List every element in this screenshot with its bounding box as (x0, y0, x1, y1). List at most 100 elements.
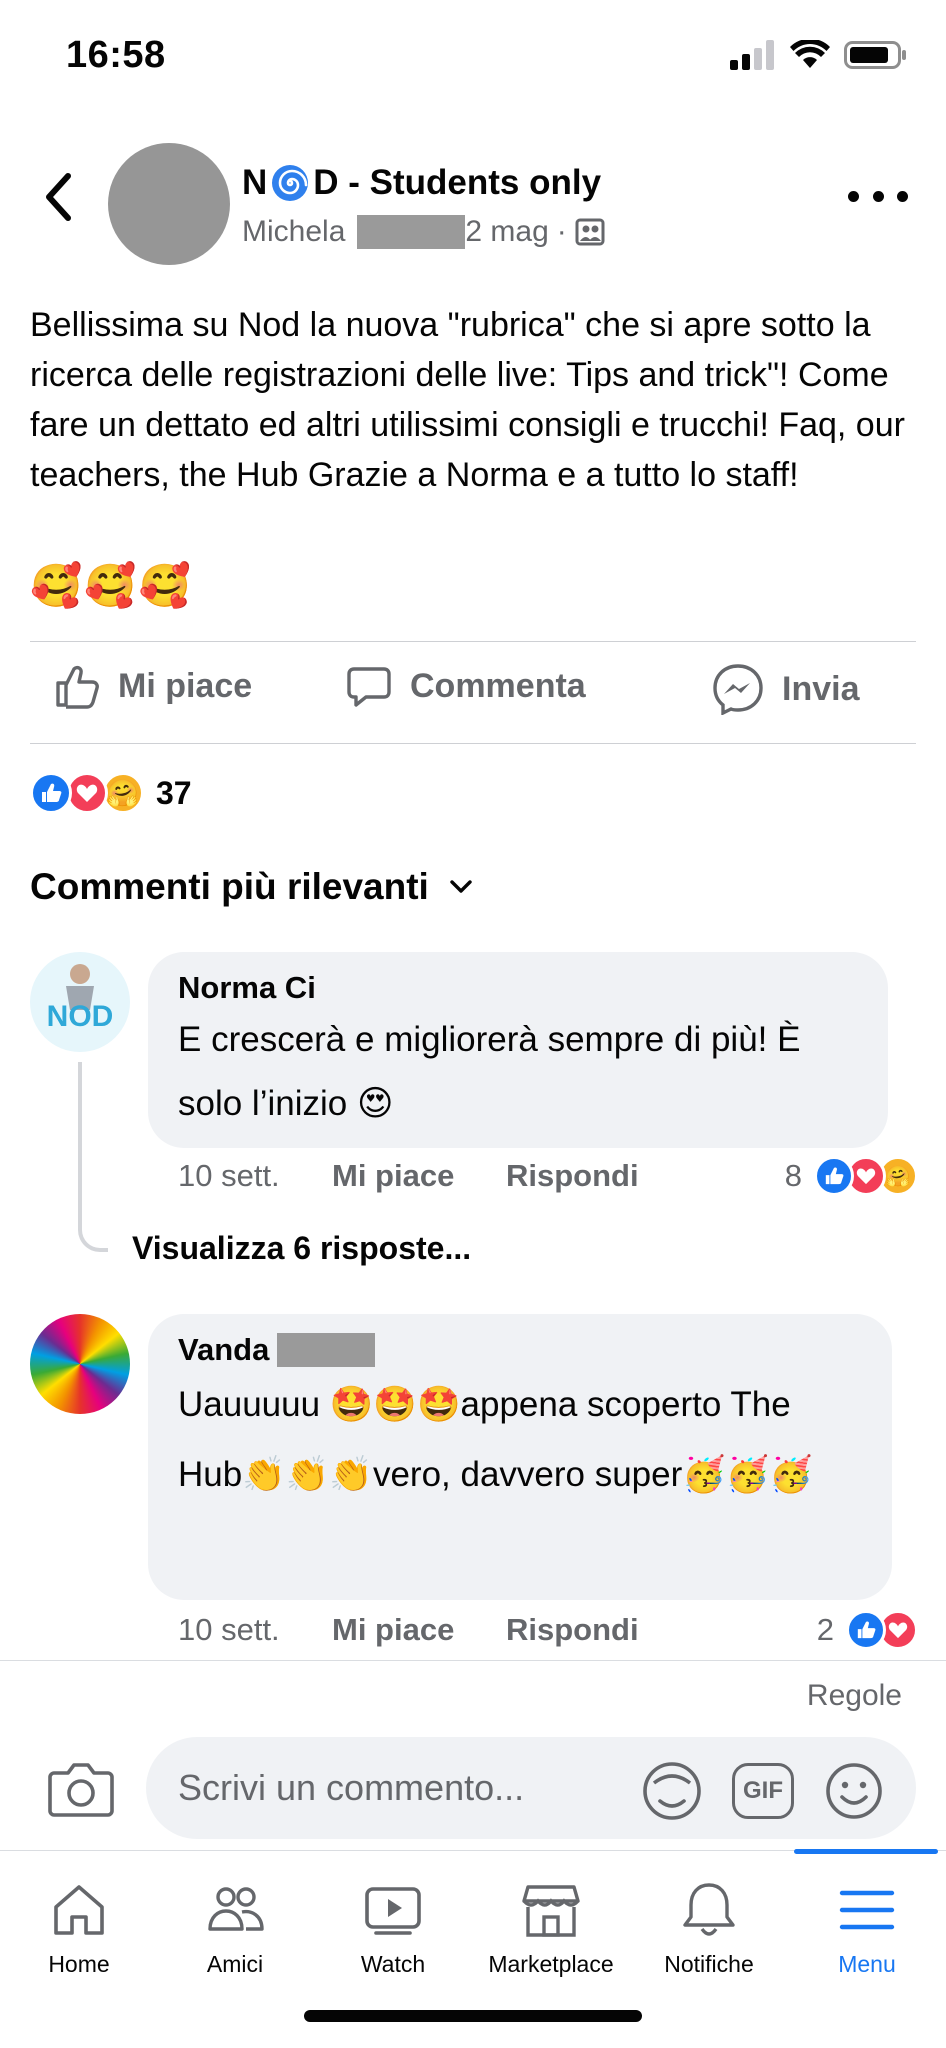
post-author[interactable]: Michela (242, 215, 345, 249)
comment-like-button[interactable]: Mi piace (332, 1158, 506, 1194)
group-avatar[interactable] (108, 143, 230, 265)
comment-reactions[interactable]: 2 (817, 1610, 918, 1650)
post-text: Bellissima su Nod la nuova "rubrica" che… (30, 306, 905, 494)
tab-label: Watch (360, 1951, 426, 1977)
tab-home[interactable]: Home (0, 1879, 158, 1978)
back-arrow-icon (46, 173, 71, 221)
comments-filter[interactable]: Commenti più rilevanti (30, 866, 473, 908)
comment-reaction-count: 8 (784, 1158, 802, 1193)
comment-reply-button[interactable]: Rispondi (506, 1612, 639, 1648)
post-date[interactable]: 2 mag (465, 215, 548, 249)
care-reaction-icon: 🤗 (102, 772, 144, 814)
comment-button[interactable]: Commenta (346, 663, 586, 709)
comment-text: E crescerà e migliorerà sempre di più! È… (178, 1020, 801, 1123)
comment-icon (347, 667, 391, 707)
like-reaction-icon (30, 772, 72, 814)
comments-filter-label: Commenti più rilevanti (30, 866, 429, 907)
reactions-count: 37 (156, 774, 192, 811)
comment-text: Uauuuuu 🤩🤩🤩appena scoperto The Hub👏👏👏ver… (178, 1385, 814, 1494)
bell-icon (683, 1883, 735, 1936)
home-indicator[interactable] (304, 2010, 642, 2022)
comment-composer: Regole GIF (0, 1660, 946, 1850)
comment-time[interactable]: 10 sett. (178, 1158, 332, 1194)
more-dot-icon (897, 190, 908, 202)
comment-meta: 10 sett. Mi piace Rispondi 8 🤗 (178, 1156, 918, 1196)
watch-icon (365, 1887, 421, 1935)
group-name[interactable]: N D - Students only (242, 163, 601, 203)
comment-author[interactable]: Norma Ci (178, 970, 858, 1006)
send-button[interactable]: Invia (712, 663, 859, 715)
back-button[interactable] (38, 167, 78, 227)
emoji-icon[interactable] (824, 1761, 884, 1821)
status-icons (730, 40, 908, 70)
comment-bubble[interactable]: Norma Ci E crescerà e migliorerà sempre … (148, 952, 888, 1148)
avatar-sticker-icon[interactable] (640, 1761, 704, 1821)
comment-author: Vanda (178, 1332, 270, 1367)
avatar[interactable]: NOD (30, 952, 130, 1052)
redacted-name (357, 215, 466, 249)
group-name-prefix: N (242, 163, 268, 202)
comment-time[interactable]: 10 sett. (178, 1612, 332, 1648)
spiral-logo-icon (272, 165, 309, 201)
more-dot-icon (848, 190, 859, 202)
comment-reply-button[interactable]: Rispondi (506, 1158, 639, 1194)
tab-label: Home (48, 1951, 110, 1977)
tab-label: Menu (838, 1951, 896, 1977)
post-emojis: 🥰🥰🥰 (30, 562, 193, 609)
comment-bubble[interactable]: Vanda Uauuuuu 🤩🤩🤩appena scoperto The Hub… (148, 1314, 892, 1600)
send-label: Invia (782, 669, 860, 708)
home-icon (54, 1885, 104, 1935)
tab-marketplace[interactable]: Marketplace (472, 1879, 630, 1978)
comment-author-row[interactable]: Vanda (178, 1332, 862, 1368)
tab-notifications[interactable]: Notifiche (630, 1879, 788, 1978)
status-time: 16:58 (66, 34, 166, 76)
wifi-icon (790, 40, 830, 68)
tab-friends[interactable]: Amici (156, 1879, 314, 1978)
like-reaction-icon (814, 1156, 854, 1196)
meta-separator: · (556, 215, 567, 248)
svg-text:NOD: NOD (47, 1000, 114, 1033)
like-button[interactable]: Mi piace (54, 663, 252, 709)
marketplace-icon (522, 1885, 580, 1937)
avatar[interactable] (30, 1314, 130, 1414)
view-replies-link[interactable]: Visualizza 6 risposte... (132, 1230, 471, 1267)
comment-reactions[interactable]: 8 🤗 (785, 1156, 918, 1196)
like-reaction-icon (846, 1610, 886, 1650)
more-dot-icon (872, 190, 884, 202)
post-header: N D - Students only Michela 2 mag · (0, 135, 946, 275)
reactions-summary[interactable]: 🤗 37 (30, 772, 192, 814)
battery-icon (844, 41, 906, 69)
love-reaction-icon (66, 772, 108, 814)
more-options-button[interactable] (848, 181, 908, 211)
comment-input[interactable] (146, 1737, 916, 1839)
post-meta: Michela 2 mag · (242, 215, 605, 249)
redacted-name (277, 1333, 376, 1367)
tab-watch[interactable]: Watch (314, 1879, 472, 1978)
group-name-suffix: D - Students only (313, 163, 602, 202)
nod-logo-icon: NOD (47, 964, 114, 1033)
thumbs-up-icon (56, 665, 99, 709)
active-tab-indicator (794, 1849, 938, 1854)
chevron-down-icon (450, 880, 472, 893)
cellular-signal-icon (730, 40, 774, 70)
gif-button[interactable]: GIF (732, 1763, 794, 1819)
group-members-icon (575, 218, 605, 246)
comment-like-button[interactable]: Mi piace (332, 1612, 506, 1648)
tab-label: Marketplace (488, 1951, 614, 1977)
divider (30, 641, 916, 642)
comment-reaction-count: 2 (816, 1612, 834, 1647)
tab-label: Notifiche (664, 1951, 754, 1977)
messenger-icon (713, 664, 763, 715)
rules-link[interactable]: Regole (807, 1679, 902, 1713)
menu-icon (839, 1890, 895, 1930)
comment-meta: 10 sett. Mi piace Rispondi 2 (178, 1610, 918, 1650)
friends-icon (208, 1887, 264, 1931)
tab-label: Amici (206, 1951, 264, 1977)
post-actions: Mi piace Commenta Invia (0, 645, 946, 745)
camera-icon[interactable] (48, 1759, 114, 1819)
like-label: Mi piace (118, 666, 253, 705)
tab-menu[interactable]: Menu (788, 1879, 946, 1978)
gif-label: GIF (743, 1777, 783, 1804)
divider (30, 743, 916, 744)
status-bar: 16:58 (0, 0, 946, 120)
